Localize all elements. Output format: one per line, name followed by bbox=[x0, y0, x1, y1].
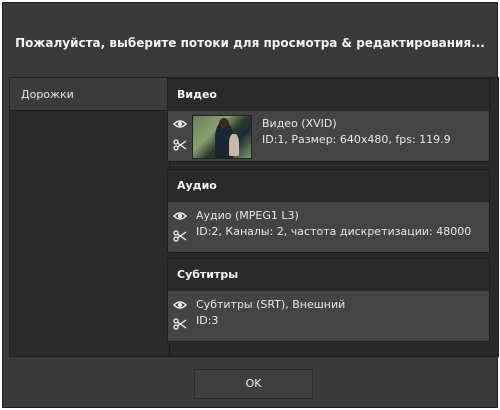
eye-icon[interactable] bbox=[173, 210, 187, 222]
stream-select-dialog: Пожалуйста, выберите потоки для просмотр… bbox=[2, 2, 499, 408]
video-thumbnail bbox=[192, 115, 252, 159]
subtitles-stream-row: Субтитры (SRT), Внешний ID:3 bbox=[168, 291, 489, 341]
sidebar: Дорожки bbox=[10, 78, 170, 356]
subtitles-section-header: Субтитры bbox=[168, 259, 489, 291]
audio-section-header: Аудио bbox=[168, 170, 489, 202]
video-stream-details: ID:1, Размер: 640x480, fps: 119.9 bbox=[262, 133, 451, 146]
scissors-icon[interactable] bbox=[173, 139, 187, 151]
sidebar-item-tracks[interactable]: Дорожки bbox=[10, 78, 169, 111]
subtitles-section: Субтитры Субтитры (SRT), Внешний ID:3 bbox=[167, 258, 490, 342]
video-stream-row: Видео (XVID) ID:1, Размер: 640x480, fps:… bbox=[168, 111, 489, 161]
audio-stream-title: Аудио (MPEG1 L3) bbox=[196, 209, 299, 222]
eye-icon[interactable] bbox=[173, 118, 187, 130]
video-section-header: Видео bbox=[168, 79, 489, 111]
audio-stream-details: ID:2, Каналы: 2, частота дискретизации: … bbox=[196, 225, 472, 238]
scissors-icon[interactable] bbox=[173, 230, 187, 242]
dialog-title: Пожалуйста, выберите потоки для просмотр… bbox=[15, 36, 485, 50]
ok-button[interactable]: OK bbox=[194, 369, 313, 399]
subtitles-stream-details: ID:3 bbox=[196, 314, 219, 327]
scissors-icon[interactable] bbox=[173, 318, 187, 330]
audio-section: Аудио Аудио (MPEG1 L3) ID:2, Каналы: 2, … bbox=[167, 169, 490, 253]
video-stream-title: Видео (XVID) bbox=[262, 117, 337, 130]
subtitles-stream-title: Субтитры (SRT), Внешний bbox=[196, 298, 346, 311]
audio-stream-row: Аудио (MPEG1 L3) ID:2, Каналы: 2, частот… bbox=[168, 202, 489, 252]
video-section: Видео Видео (XVID) ID:1, Размер: 640x480… bbox=[167, 78, 490, 162]
eye-icon[interactable] bbox=[173, 299, 187, 311]
